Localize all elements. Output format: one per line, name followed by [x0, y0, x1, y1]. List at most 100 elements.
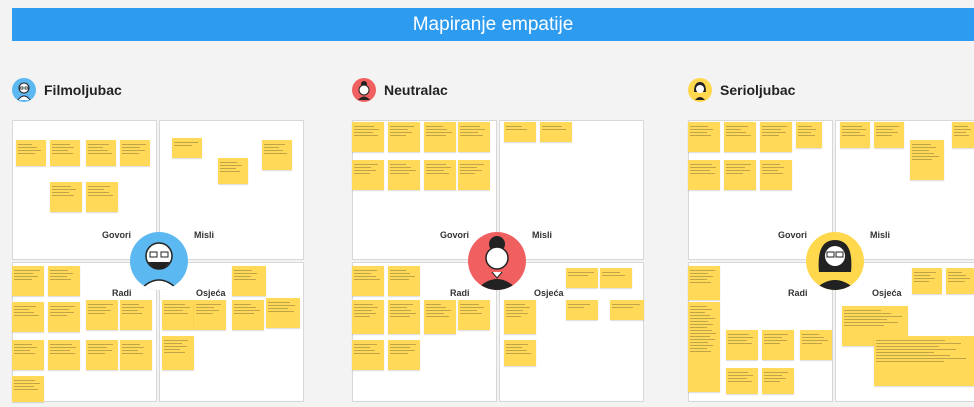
sticky-note[interactable]	[610, 300, 644, 320]
sticky-scribble	[122, 304, 140, 305]
sticky-note[interactable]	[218, 158, 248, 184]
sticky-scribble	[912, 153, 934, 154]
sticky-scribble	[506, 126, 522, 127]
sticky-note[interactable]	[48, 302, 80, 332]
sticky-scribble	[762, 173, 783, 174]
sticky-note[interactable]	[50, 140, 80, 166]
sticky-note[interactable]	[86, 140, 116, 166]
sticky-note[interactable]	[458, 160, 490, 190]
persona-header[interactable]: Serioljubac	[688, 78, 795, 102]
sticky-note[interactable]	[162, 336, 194, 370]
sticky-scribble	[88, 350, 112, 351]
sticky-note[interactable]	[724, 122, 756, 152]
sticky-note[interactable]	[424, 300, 456, 334]
sticky-note[interactable]	[688, 160, 720, 190]
sticky-scribble	[690, 333, 717, 334]
sticky-note[interactable]	[726, 368, 758, 394]
sticky-note[interactable]	[388, 340, 420, 370]
sticky-note[interactable]	[12, 376, 44, 402]
sticky-note[interactable]	[48, 340, 80, 370]
sticky-scribble	[844, 325, 884, 326]
sticky-note[interactable]	[120, 340, 152, 370]
sticky-note[interactable]	[952, 122, 974, 148]
sticky-scribble	[354, 344, 377, 345]
sticky-scribble	[542, 129, 567, 130]
sticky-note[interactable]	[796, 122, 822, 148]
sticky-note[interactable]	[120, 140, 150, 166]
sticky-scribble	[88, 144, 110, 145]
sticky-note[interactable]	[388, 122, 420, 152]
sticky-note[interactable]	[266, 298, 300, 328]
sticky-note[interactable]	[912, 268, 942, 294]
sticky-note[interactable]	[458, 122, 490, 152]
sticky-note[interactable]	[504, 300, 536, 334]
sticky-scribble	[18, 150, 42, 151]
sticky-note[interactable]	[946, 268, 974, 294]
sticky-scribble	[802, 340, 829, 341]
sticky-note[interactable]	[760, 160, 792, 190]
sticky-note[interactable]	[424, 160, 456, 190]
sticky-note[interactable]	[232, 300, 264, 330]
sticky-note[interactable]	[162, 300, 194, 330]
sticky-note[interactable]	[540, 122, 572, 142]
sticky-scribble	[726, 167, 745, 168]
sticky-note[interactable]	[388, 300, 420, 334]
sticky-note[interactable]	[48, 266, 80, 296]
sticky-note[interactable]	[600, 268, 632, 288]
sticky-scribble	[568, 307, 584, 308]
sticky-scribble	[762, 132, 786, 133]
sticky-note[interactable]	[12, 266, 44, 296]
sticky-note[interactable]	[458, 300, 490, 330]
sticky-note[interactable]	[50, 182, 82, 212]
sticky-note[interactable]	[120, 300, 152, 330]
sticky-note[interactable]	[424, 122, 456, 152]
sticky-note[interactable]	[504, 122, 536, 142]
sticky-note[interactable]	[172, 138, 202, 158]
sticky-note[interactable]	[760, 122, 792, 152]
sticky-note[interactable]	[566, 268, 598, 288]
sticky-note[interactable]	[388, 266, 420, 296]
sticky-note[interactable]	[86, 300, 118, 330]
sticky-scribble	[354, 164, 378, 165]
sticky-scribble	[88, 307, 107, 308]
sticky-note[interactable]	[800, 330, 832, 360]
sticky-scribble	[50, 306, 76, 307]
sticky-note[interactable]	[688, 302, 720, 392]
sticky-note[interactable]	[724, 160, 756, 190]
sticky-scribble	[426, 313, 445, 314]
sticky-note[interactable]	[840, 122, 870, 148]
sticky-note[interactable]	[762, 368, 794, 394]
sticky-note[interactable]	[910, 140, 944, 180]
sticky-scribble	[460, 307, 484, 308]
sticky-note[interactable]	[566, 300, 598, 320]
sticky-note[interactable]	[194, 300, 226, 330]
persona-header[interactable]: Neutralac	[352, 78, 448, 102]
sticky-note[interactable]	[352, 340, 384, 370]
sticky-note[interactable]	[352, 300, 384, 334]
sticky-note[interactable]	[16, 140, 46, 166]
sticky-scribble	[354, 304, 374, 305]
sticky-note[interactable]	[232, 266, 266, 296]
sticky-note[interactable]	[688, 266, 720, 300]
sticky-note[interactable]	[688, 122, 720, 152]
sticky-note[interactable]	[262, 140, 292, 170]
sticky-note[interactable]	[12, 340, 44, 370]
sticky-scribble	[876, 358, 967, 359]
sticky-note[interactable]	[86, 182, 118, 212]
sticky-scribble	[426, 167, 451, 168]
sticky-note[interactable]	[762, 330, 794, 360]
sticky-note[interactable]	[352, 160, 384, 190]
sticky-note[interactable]	[388, 160, 420, 190]
sticky-note[interactable]	[874, 336, 974, 386]
sticky-scribble	[268, 308, 289, 309]
sticky-note[interactable]	[352, 122, 384, 152]
sticky-note[interactable]	[504, 340, 536, 366]
sticky-note[interactable]	[12, 302, 44, 332]
sticky-note[interactable]	[874, 122, 904, 148]
sticky-scribble	[876, 129, 894, 130]
persona-header[interactable]: Filmoljubac	[12, 78, 122, 102]
sticky-scribble	[14, 386, 34, 387]
sticky-note[interactable]	[352, 266, 384, 296]
sticky-note[interactable]	[726, 330, 758, 360]
sticky-note[interactable]	[86, 340, 118, 370]
